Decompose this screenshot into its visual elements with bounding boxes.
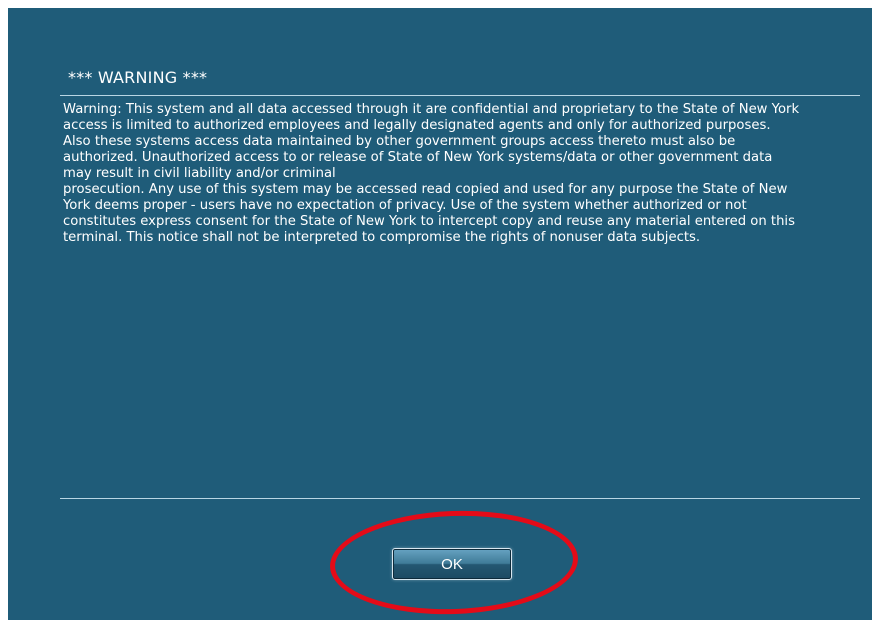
dialog-title: *** WARNING *** (68, 68, 208, 87)
warning-screen: *** WARNING *** Warning: This system and… (8, 8, 872, 620)
ok-button[interactable]: OK (392, 548, 512, 580)
bottom-divider (60, 498, 860, 499)
top-divider (60, 95, 860, 96)
warning-message: Warning: This system and all data access… (63, 102, 800, 245)
